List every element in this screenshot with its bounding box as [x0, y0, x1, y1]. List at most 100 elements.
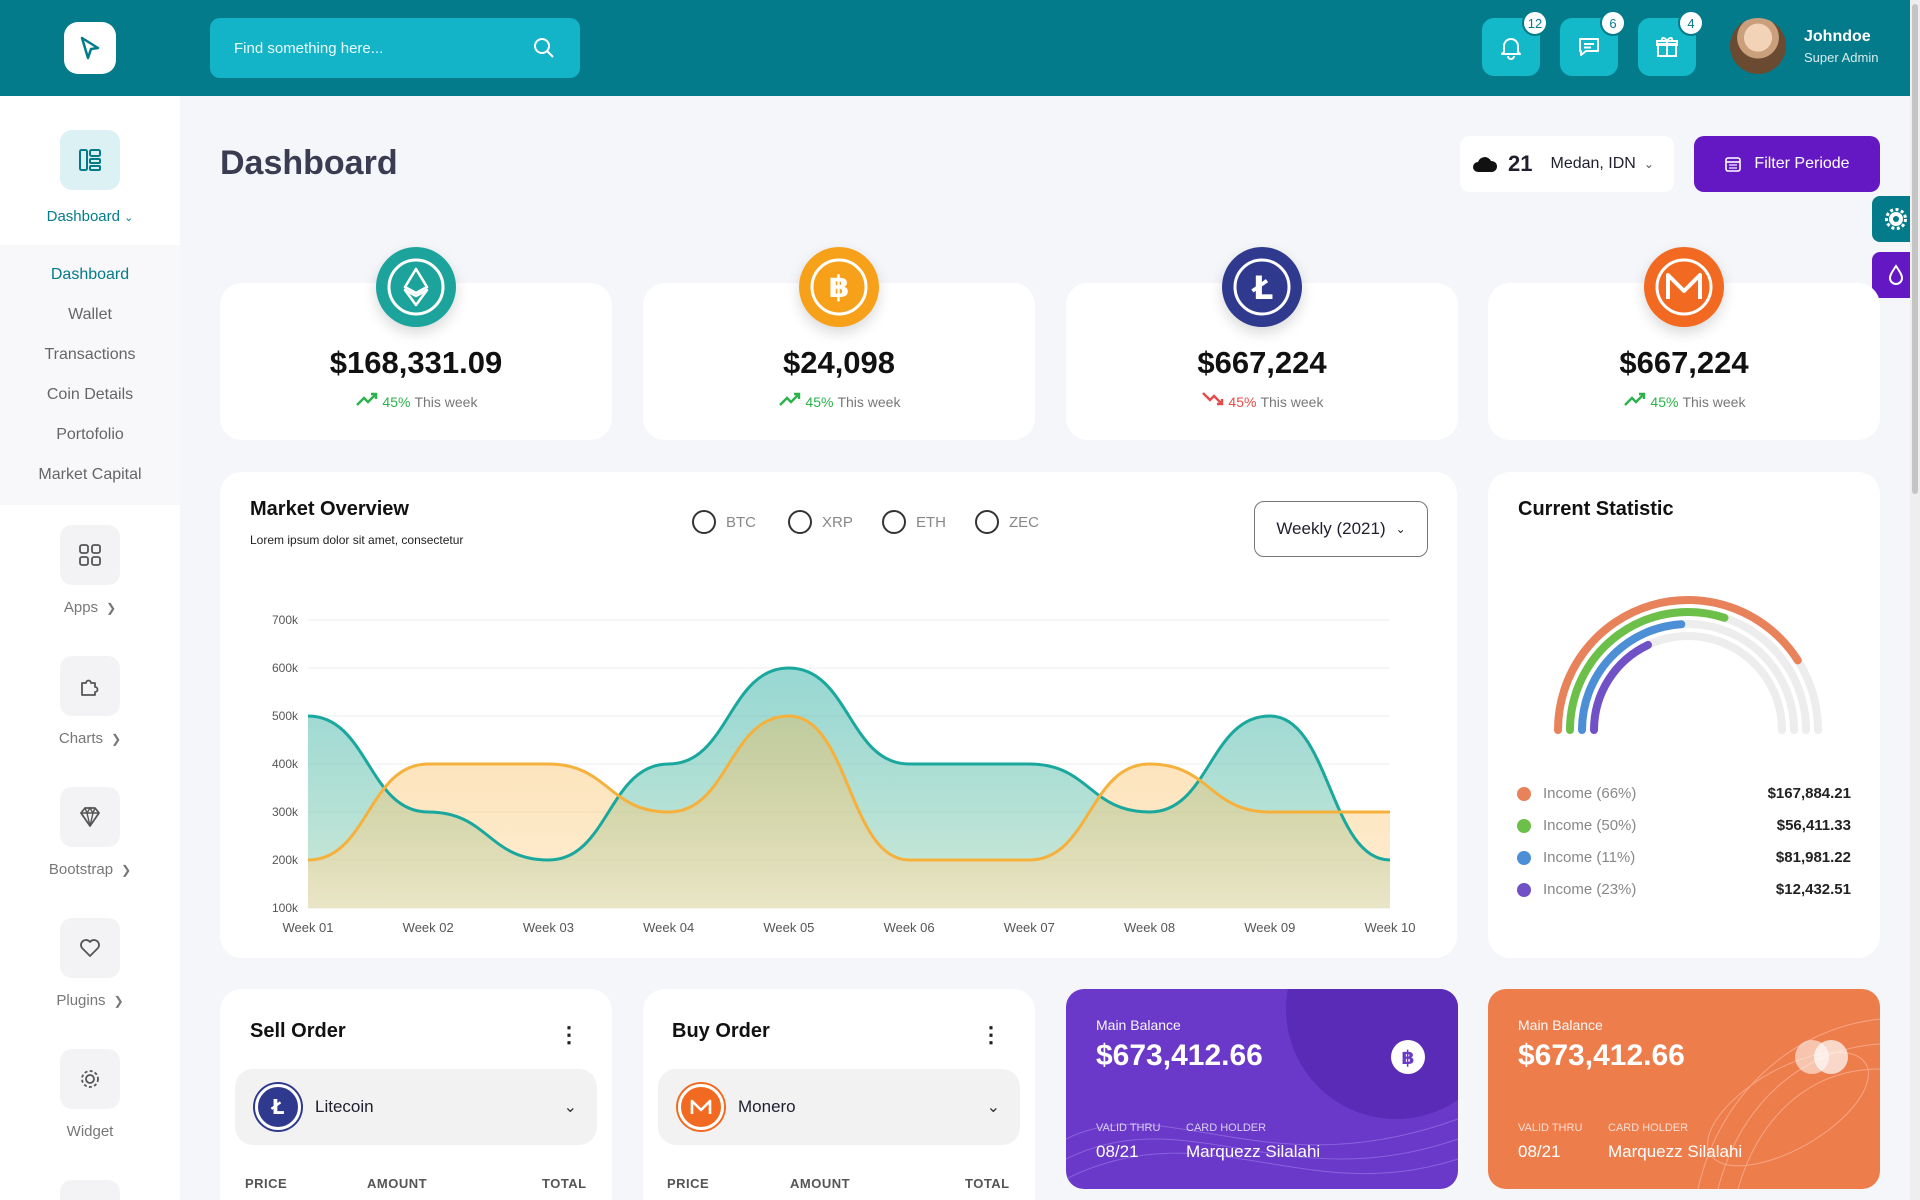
plugins-label-text: Plugins: [56, 992, 106, 1009]
x-tick-label: Week 07: [1004, 920, 1055, 935]
weather-temperature: 21: [1508, 151, 1533, 176]
monero-coin-icon: [1644, 247, 1724, 327]
more-menu-button[interactable]: [60, 1180, 120, 1200]
ethereum-icon: [387, 258, 445, 316]
filter-btc[interactable]: BTC: [692, 510, 756, 534]
statistic-legend-row: Income (66%) $167,884.21: [1517, 785, 1851, 802]
litecoin-icon: Ł: [255, 1084, 301, 1130]
sell-order-coin-select[interactable]: Ł Litecoin ⌄: [235, 1069, 597, 1145]
x-tick-label: Week 01: [282, 920, 333, 935]
coin-card-xmr[interactable]: $667,224 45% This week: [1488, 247, 1880, 440]
filter-periode-label: Filter Periode: [1754, 155, 1850, 172]
buy-col-total: TOTAL: [965, 1176, 1010, 1191]
sidebar-item-wallet[interactable]: Wallet: [0, 295, 180, 335]
y-tick-label: 200k: [272, 853, 299, 867]
trend-up-icon: [1623, 392, 1645, 406]
monero-glyph-icon: [690, 1099, 712, 1114]
valid-thru-date: 08/21: [1518, 1142, 1561, 1161]
x-tick-label: Week 05: [763, 920, 814, 935]
coin-card-btc[interactable]: ฿ $24,098 45% This week: [643, 247, 1035, 440]
bootstrap-label: Bootstrap ❯: [0, 861, 180, 878]
sidebar-item-market-capital[interactable]: Market Capital: [0, 455, 180, 495]
balance-card-orange[interactable]: Main Balance $673,412.66 VALID THRU CARD…: [1488, 989, 1880, 1189]
coin-card-eth[interactable]: $168,331.09 45% This week: [220, 247, 612, 440]
sidebar-dashboard-toggle[interactable]: Dashboard ⌄: [0, 208, 180, 225]
chevron-right-icon: ❯: [111, 732, 122, 746]
weather-widget[interactable]: 21 Medan, IDN ⌄: [1460, 136, 1674, 192]
search-input[interactable]: Find something here...: [234, 40, 532, 57]
scrollbar-track[interactable]: [1910, 0, 1920, 1200]
buy-order-coin-select[interactable]: Monero ⌄: [658, 1069, 1020, 1145]
coin-change-label: This week: [414, 394, 478, 410]
coin-amount: $667,224: [1619, 345, 1749, 380]
sidebar-group-bootstrap[interactable]: Bootstrap ❯: [0, 787, 180, 878]
scrollbar-thumb[interactable]: [1912, 4, 1918, 494]
valid-thru-date: 08/21: [1096, 1142, 1139, 1161]
plugins-menu-button[interactable]: [60, 918, 120, 978]
buy-order-menu-icon[interactable]: ⋮: [980, 1022, 1002, 1048]
sidebar-item-coin-details[interactable]: Coin Details: [0, 375, 180, 415]
legend-dot: [1517, 850, 1531, 865]
x-tick-label: Week 04: [643, 920, 694, 935]
filter-zec[interactable]: ZEC: [975, 510, 1039, 534]
sidebar-dashboard-group: Dashboard ⌄ Dashboard Wallet Transaction…: [0, 96, 180, 505]
puzzle-icon: [81, 679, 99, 696]
sidebar-group-charts[interactable]: Charts ❯: [0, 656, 180, 747]
widget-label-text: Widget: [66, 1123, 114, 1140]
sidebar-group-apps[interactable]: Apps ❯: [0, 525, 180, 616]
apps-menu-button[interactable]: [60, 525, 120, 585]
app-logo[interactable]: [64, 22, 116, 74]
user-info: Johndoe Super Admin: [1804, 28, 1878, 65]
radio-icon[interactable]: [788, 510, 812, 534]
radio-icon[interactable]: [882, 510, 906, 534]
widget-label: Widget: [0, 1123, 180, 1140]
buy-col-price: PRICE: [667, 1176, 710, 1191]
sidebar-item-portofolio[interactable]: Portofolio: [0, 415, 180, 455]
sidebar-group-more[interactable]: [0, 1180, 180, 1200]
sidebar-group-widget[interactable]: Widget: [0, 1049, 180, 1140]
statistic-legend-row: Income (50%) $56,411.33: [1517, 817, 1851, 834]
balance-card-purple[interactable]: Main Balance $673,412.66 ฿ VALID THRU CA…: [1066, 989, 1458, 1189]
avatar[interactable]: [1730, 18, 1786, 74]
sell-order-menu-icon[interactable]: ⋮: [558, 1022, 580, 1048]
dashboard-menu-button[interactable]: [60, 130, 120, 190]
user-profile[interactable]: Johndoe Super Admin: [1730, 18, 1878, 74]
bootstrap-menu-button[interactable]: [60, 787, 120, 847]
trend-up-icon: [778, 392, 800, 406]
litecoin-coin-icon: Ł: [1222, 247, 1302, 327]
legend-label: Income (50%): [1543, 817, 1637, 834]
sell-col-amount: AMOUNT: [367, 1176, 428, 1191]
notifications-button[interactable]: 12: [1482, 10, 1548, 76]
litecoin-icon: Ł: [1233, 258, 1291, 316]
period-select[interactable]: Weekly (2021) ⌄: [1254, 501, 1428, 557]
filter-eth[interactable]: ETH: [882, 510, 946, 534]
sidebar-item-dashboard[interactable]: Dashboard: [0, 255, 180, 295]
sidebar-group-plugins[interactable]: Plugins ❯: [0, 918, 180, 1009]
coin-change-label: This week: [1682, 394, 1746, 410]
search-bar[interactable]: Find something here...: [210, 18, 580, 78]
filter-btc-label: BTC: [726, 513, 756, 531]
buy-col-amount: AMOUNT: [790, 1176, 851, 1191]
search-icon[interactable]: [532, 36, 556, 60]
widget-menu-button[interactable]: [60, 1049, 120, 1109]
legend-value: $12,432.51: [1775, 881, 1851, 898]
notifications-badge: 12: [1522, 10, 1548, 36]
sidebar-item-transactions[interactable]: Transactions: [0, 335, 180, 375]
sell-col-price: PRICE: [245, 1176, 288, 1191]
radio-icon[interactable]: [692, 510, 716, 534]
gifts-button[interactable]: 4: [1638, 10, 1704, 76]
top-header: Find something here... 12 6 4 Johndoe Su…: [0, 0, 1920, 96]
chevron-down-icon: ⌄: [1643, 157, 1654, 171]
coin-card-ltc[interactable]: Ł $667,224 45% This week: [1066, 247, 1458, 440]
trend-up-icon: [355, 392, 377, 406]
filter-periode-button[interactable]: Filter Periode: [1694, 136, 1880, 192]
sell-order-title: Sell Order: [250, 1020, 346, 1042]
plugins-label: Plugins ❯: [0, 992, 180, 1009]
charts-menu-button[interactable]: [60, 656, 120, 716]
bitcoin-icon: ฿: [810, 258, 868, 316]
messages-button[interactable]: 6: [1560, 10, 1626, 76]
radio-icon[interactable]: [975, 510, 999, 534]
coin-amount: $667,224: [1197, 345, 1327, 380]
filter-xrp[interactable]: XRP: [788, 510, 853, 534]
dashboard-icon: [79, 149, 101, 171]
